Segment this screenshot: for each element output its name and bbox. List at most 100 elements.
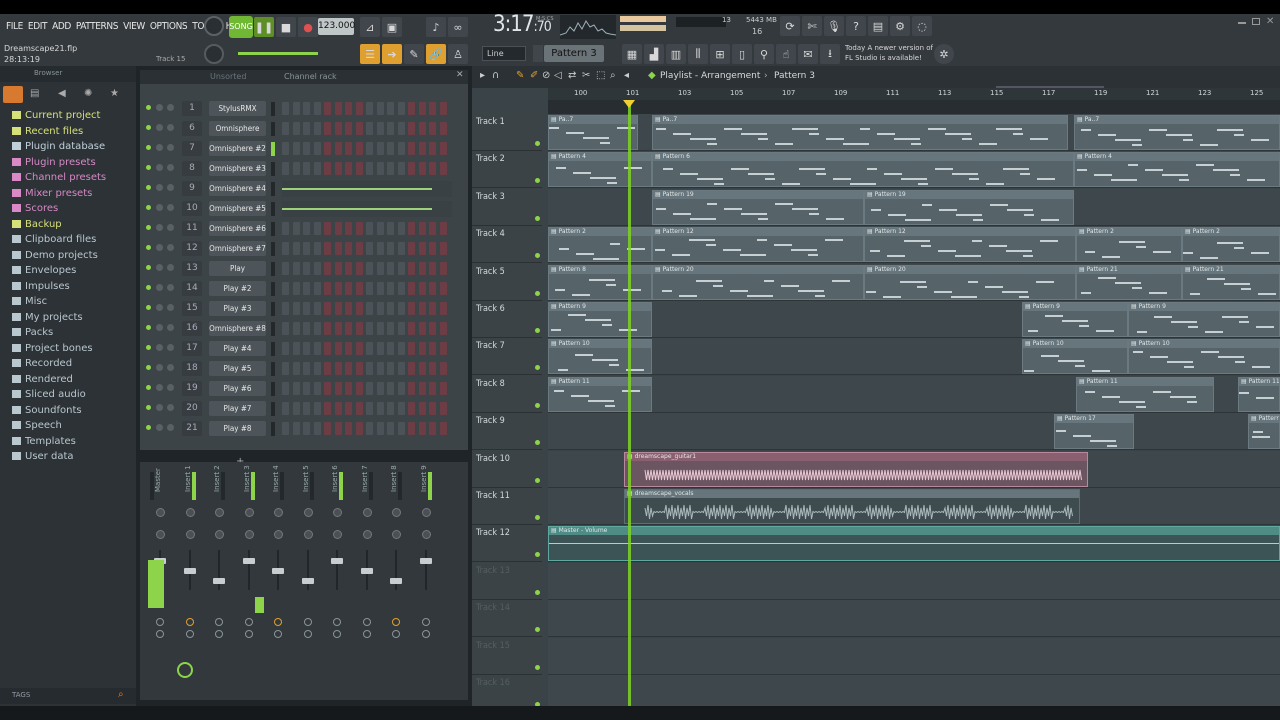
step-button[interactable] [324, 342, 331, 355]
channel-volume-knob[interactable] [167, 184, 174, 191]
step-button[interactable] [345, 422, 352, 435]
pattern-clip[interactable]: ▤ Pattern 2 [1182, 227, 1280, 263]
step-button[interactable] [439, 342, 447, 355]
channel-volume-knob[interactable] [167, 404, 174, 411]
channel-name[interactable]: Omnisphere #7 [209, 241, 266, 256]
step-button[interactable] [324, 122, 331, 135]
mixer-send-knob[interactable] [274, 618, 282, 626]
song-mode-button[interactable]: SONG [229, 16, 253, 38]
step-button[interactable] [334, 302, 342, 315]
step-button[interactable] [418, 142, 426, 155]
slip-tool-icon[interactable]: ⇄ [568, 70, 576, 81]
mixer-stereo-knob[interactable] [392, 530, 401, 539]
step-button[interactable] [292, 322, 300, 335]
channel-number[interactable]: 13 [182, 261, 202, 276]
mixer-fx-knob[interactable] [392, 630, 400, 638]
step-button[interactable] [324, 242, 331, 255]
step-button[interactable] [418, 262, 426, 275]
step-button[interactable] [324, 422, 331, 435]
step-button[interactable] [387, 382, 394, 395]
track-mute-led[interactable] [535, 328, 540, 333]
step-button[interactable] [313, 162, 321, 175]
step-button[interactable] [292, 102, 300, 115]
channel-pan-knob[interactable] [156, 124, 163, 131]
news-line-1[interactable]: Today A newer version of [845, 44, 933, 52]
step-button[interactable] [355, 262, 363, 275]
channel-name[interactable]: Play #7 [209, 401, 266, 416]
mixer-pan-knob[interactable] [185, 508, 195, 517]
step-button[interactable] [397, 302, 405, 315]
tempo-field[interactable]: 123.000 [318, 18, 355, 35]
step-button[interactable] [387, 142, 394, 155]
step-button[interactable] [345, 402, 352, 415]
step-button[interactable] [376, 382, 384, 395]
channel-name[interactable]: StylusRMX [209, 101, 266, 116]
step-button[interactable] [387, 162, 394, 175]
browser-item[interactable]: Plugin presets [12, 157, 96, 168]
channel-pan-knob[interactable] [156, 164, 163, 171]
step-button[interactable] [439, 302, 447, 315]
browser-item[interactable]: Recent files [12, 126, 83, 137]
pattern-clip[interactable]: ▤ Pattern 12 [864, 227, 1076, 263]
piano-roll-icon[interactable]: ▟ [644, 44, 664, 64]
step-button[interactable] [376, 322, 384, 335]
master-pitch-slider[interactable] [238, 52, 318, 55]
step-button[interactable] [439, 322, 447, 335]
channel-led[interactable] [146, 105, 151, 110]
step-button[interactable] [408, 322, 415, 335]
step-button[interactable] [418, 382, 426, 395]
step-button[interactable] [418, 102, 426, 115]
save-icon[interactable]: ▤ [868, 16, 888, 36]
channel-number[interactable]: 1 [182, 101, 202, 116]
plugin-icon[interactable]: ⚙ [890, 16, 910, 36]
track-mute-led[interactable] [535, 253, 540, 259]
step-button[interactable] [366, 242, 373, 255]
play-icon[interactable]: ❚❚ [254, 17, 274, 37]
channel-pan-knob[interactable] [156, 104, 163, 111]
menu-file[interactable]: FILE [6, 21, 23, 32]
browser-all-icon[interactable] [3, 86, 23, 103]
channel-led[interactable] [146, 345, 151, 350]
select-tool-icon[interactable]: ⬚ [596, 70, 605, 81]
step-button[interactable] [334, 322, 342, 335]
track-mute-led[interactable] [535, 215, 540, 221]
step-button[interactable] [355, 422, 363, 435]
channel-pan-knob[interactable] [156, 144, 163, 151]
mixer-send-knob[interactable] [185, 618, 194, 626]
track-mute-led[interactable] [535, 178, 540, 184]
step-button[interactable] [366, 102, 373, 115]
track-lane[interactable]: ▤ Pattern 9 ▤ Pattern 9 ▤ Pattern 9 [548, 301, 1280, 338]
step-button[interactable] [408, 122, 415, 135]
step-button[interactable] [282, 282, 289, 295]
mixer-stereo-knob[interactable] [215, 530, 224, 539]
browser-item[interactable]: My projects [12, 312, 83, 323]
channel-rack-close-icon[interactable]: ✕ [456, 70, 464, 80]
track-lane[interactable]: ▤ Master - Volume [548, 525, 1280, 563]
step-button[interactable] [334, 402, 342, 415]
browser-item[interactable]: Mixer presets [12, 188, 92, 199]
step-button[interactable] [439, 122, 447, 135]
step-button[interactable] [366, 302, 373, 315]
step-button[interactable] [313, 322, 321, 335]
step-button[interactable] [292, 282, 300, 295]
mixer-fx-knob[interactable] [333, 630, 341, 638]
pattern-selector[interactable]: Pattern 3 [544, 45, 604, 62]
step-button[interactable] [324, 262, 331, 275]
step-button[interactable] [408, 262, 415, 275]
step-button[interactable] [282, 422, 289, 435]
mixer-pan-knob[interactable] [392, 508, 401, 517]
playback-tool-icon[interactable]: ◂ [624, 70, 629, 81]
track-lane[interactable] [548, 562, 1280, 600]
step-button[interactable] [366, 362, 373, 375]
mixer-fader[interactable] [331, 558, 343, 564]
channel-volume-knob[interactable] [167, 144, 174, 151]
paint-tool-icon[interactable]: ✐ [530, 70, 538, 81]
mixer-stereo-knob[interactable] [362, 530, 372, 539]
step-button[interactable] [334, 362, 342, 375]
track-mute-led[interactable] [535, 402, 540, 408]
stamp-icon[interactable]: ♙ [448, 44, 468, 64]
step-button[interactable] [397, 322, 405, 335]
track-header[interactable]: Track 11 [472, 488, 542, 525]
step-button[interactable] [439, 382, 447, 395]
download-icon[interactable]: ⭳ [820, 44, 840, 64]
